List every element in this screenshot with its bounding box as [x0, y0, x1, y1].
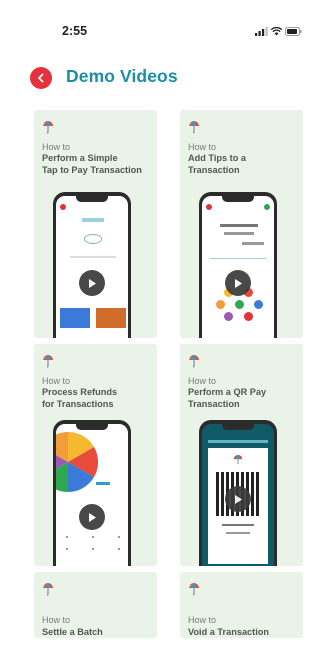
card-title-line1: Process Refunds: [42, 387, 118, 397]
play-icon: [89, 512, 96, 522]
card-title-line1: Perform a Simple: [42, 153, 118, 163]
play-icon: [235, 278, 242, 288]
phone-preview: [53, 420, 131, 566]
umbrella-logo-icon: [189, 355, 199, 368]
card-title-line2: for Transactions: [42, 399, 114, 409]
card-title-line1: Add Tips to a: [188, 153, 247, 163]
card-title-line2: Transaction: [188, 399, 240, 409]
card-howto-label: How to: [188, 376, 217, 386]
card-howto-label: How to: [42, 376, 71, 386]
play-icon: [235, 494, 242, 504]
card-howto-label: How to: [42, 615, 71, 625]
card-title-line1: Perform a QR Pay: [188, 387, 267, 397]
play-button[interactable]: [225, 486, 251, 512]
card-title-line2: Tap to Pay Transaction: [42, 165, 142, 175]
card-howto-label: How to: [42, 142, 71, 152]
video-card-settle-batch[interactable]: How to Settle a Batch: [34, 572, 157, 638]
video-grid: How to Perform a Simple Tap to Pay Trans…: [0, 0, 307, 658]
play-button[interactable]: [79, 270, 105, 296]
play-button[interactable]: [79, 504, 105, 530]
video-card-qr-pay[interactable]: How to Perform a QR Pay Transaction: [180, 344, 303, 566]
umbrella-logo-icon: [189, 583, 199, 596]
play-button[interactable]: [225, 270, 251, 296]
video-card-process-refunds[interactable]: How to Process Refunds for Transactions: [34, 344, 157, 566]
umbrella-logo-icon: [43, 355, 53, 368]
umbrella-logo-icon: [43, 583, 53, 596]
card-howto-label: How to: [188, 142, 217, 152]
umbrella-logo-icon: [43, 121, 53, 134]
phone-preview: [199, 420, 277, 566]
video-card-tap-to-pay[interactable]: How to Perform a Simple Tap to Pay Trans…: [34, 110, 157, 338]
card-title-line1: Settle a Batch: [42, 627, 103, 637]
card-howto-label: How to: [188, 615, 217, 625]
video-card-add-tips[interactable]: How to Add Tips to a Transaction: [180, 110, 303, 338]
play-icon: [89, 278, 96, 288]
phone-preview: [53, 192, 131, 338]
card-title-line1: Void a Transaction: [188, 627, 270, 637]
umbrella-logo-icon: [189, 121, 199, 134]
phone-preview: [199, 192, 277, 338]
video-card-void-transaction[interactable]: How to Void a Transaction: [180, 572, 303, 638]
card-title-line2: Transaction: [188, 165, 240, 175]
